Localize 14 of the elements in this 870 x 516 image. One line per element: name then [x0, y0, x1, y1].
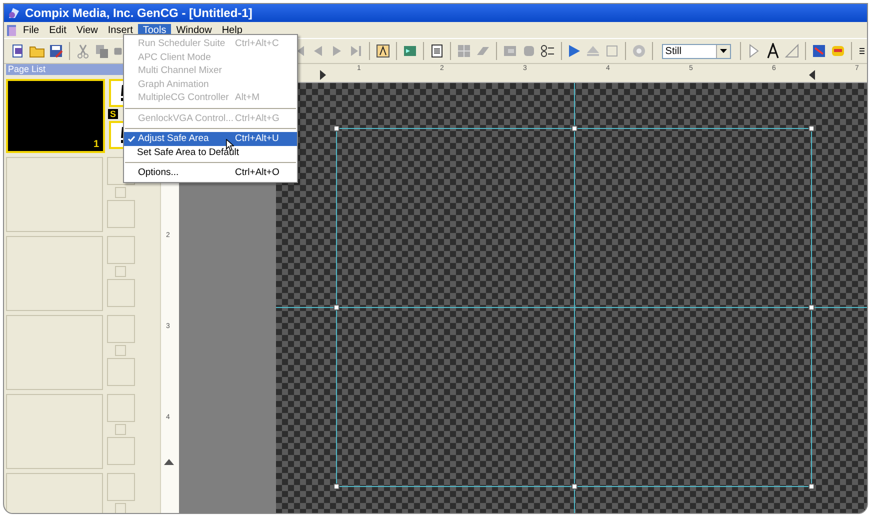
menu-item[interactable]: Window: [171, 24, 217, 36]
menu-item[interactable]: Insert: [102, 24, 138, 36]
menu-item[interactable]: View: [71, 24, 103, 36]
menu-option[interactable]: Options... Ctrl+Alt+O: [124, 166, 297, 180]
menu-option[interactable]: Adjust Safe Area Ctrl+Alt+U: [124, 132, 297, 146]
page-number: 1: [93, 139, 99, 150]
menu-option[interactable]: Set Safe Area to Default: [124, 146, 297, 159]
window-title: Compix Media, Inc. GenCG - [Untitled-1]: [25, 6, 252, 20]
mode-select[interactable]: Still: [662, 44, 732, 58]
menu-item[interactable]: File: [18, 24, 44, 36]
menu-item[interactable]: Help: [216, 24, 248, 36]
menu-item[interactable]: Edit: [44, 24, 72, 36]
page-thumbnail[interactable]: 1: [6, 79, 105, 153]
page-badge: S: [108, 109, 118, 119]
